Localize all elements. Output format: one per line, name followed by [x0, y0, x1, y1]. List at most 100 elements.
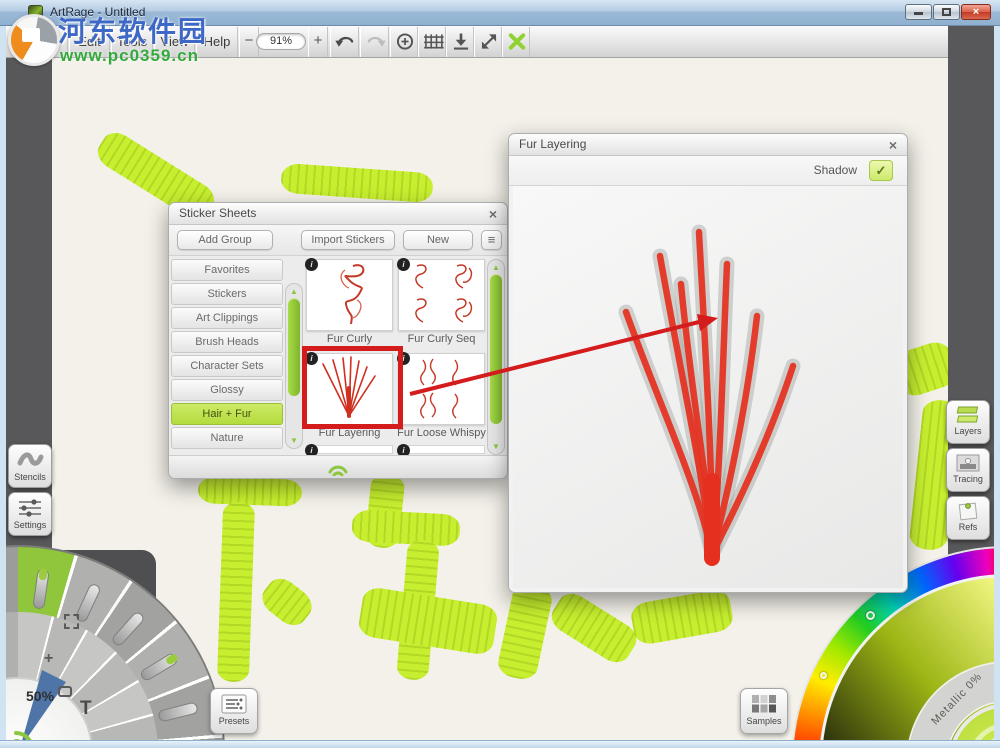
stencils-label: Stencils	[9, 472, 51, 484]
sticker-label: Fur Curly	[302, 333, 397, 345]
window-title: ArtRage - Untitled	[50, 5, 145, 19]
new-button[interactable]: New	[403, 230, 473, 250]
import-stickers-button[interactable]: Import Stickers	[301, 230, 395, 250]
menu-tools[interactable]: Tools	[111, 27, 153, 57]
sticker-thumb-partial[interactable]: i	[306, 445, 393, 454]
sticker-label: Fur Loose Whispy	[394, 427, 489, 439]
info-badge[interactable]: i	[397, 258, 410, 271]
category-glossy[interactable]: Glossy	[171, 379, 283, 401]
category-brush-heads[interactable]: Brush Heads	[171, 331, 283, 353]
layers-button[interactable]: Layers	[946, 400, 990, 444]
app-icon	[28, 5, 43, 20]
preview-content	[513, 186, 903, 588]
add-group-button[interactable]: Add Group	[177, 230, 273, 250]
sticker-panel-footer	[169, 455, 507, 478]
stencils-button[interactable]: Stencils	[8, 444, 52, 488]
layers-icon	[954, 405, 982, 425]
category-scrollbar[interactable]: ▲ ▼	[285, 283, 303, 449]
info-badge[interactable]: i	[305, 258, 318, 271]
fullscreen-button[interactable]	[474, 27, 502, 57]
menu-edit[interactable]: Edit	[69, 27, 110, 57]
presets-button[interactable]: Presets	[210, 688, 258, 734]
category-stickers[interactable]: Stickers	[171, 283, 283, 305]
presets-label: Presets	[211, 716, 257, 728]
brush-tip	[38, 568, 48, 581]
sticker-panel-close-button[interactable]: ×	[485, 205, 501, 223]
sticker-sheets-panel: Sticker Sheets × Add Group Import Sticke…	[168, 202, 508, 479]
settings-label: Settings	[9, 520, 51, 532]
undo-icon	[331, 27, 360, 53]
preview-panel-close-button[interactable]: ×	[885, 136, 901, 154]
refs-button[interactable]: Refs	[946, 496, 990, 540]
paint-stroke	[217, 501, 255, 682]
tracing-button[interactable]: Tracing	[946, 448, 990, 492]
menu-file[interactable]: File	[28, 27, 68, 57]
menu-help[interactable]: Help	[196, 27, 238, 57]
redo-button[interactable]	[360, 27, 389, 57]
green-x-icon	[503, 27, 531, 53]
tool-size-value: 50%	[26, 688, 70, 704]
refs-label: Refs	[947, 522, 989, 534]
preview-options-bar: Shadow ✓	[509, 156, 907, 186]
close-window-button[interactable]: ×	[961, 4, 991, 20]
settings-button[interactable]: Settings	[8, 492, 52, 536]
window-frame-left	[0, 26, 6, 748]
hue-marker[interactable]	[820, 672, 827, 679]
grid-icon	[419, 27, 447, 53]
paint-stroke	[351, 509, 461, 547]
transform-tool-icon[interactable]: +	[44, 650, 53, 668]
sticker-panel-title: Sticker Sheets	[169, 203, 507, 225]
zoom-in-button[interactable]: +	[308, 27, 328, 57]
category-art-clippings[interactable]: Art Clippings	[171, 307, 283, 329]
selection-tool-icon[interactable]	[64, 614, 79, 629]
resize-handle-icon[interactable]	[323, 460, 353, 476]
window-frame-right	[994, 26, 1000, 748]
sticker-thumb-fur-curly[interactable]: i	[306, 259, 393, 331]
undo-button[interactable]	[330, 27, 359, 57]
expand-icon	[475, 27, 503, 53]
sticker-scrollbar[interactable]: ▲ ▼	[487, 259, 505, 455]
fur-layering-preview-art	[513, 186, 903, 588]
scroll-down-icon[interactable]: ▼	[286, 436, 302, 445]
samples-label: Samples	[741, 716, 787, 728]
export-button[interactable]	[446, 27, 474, 57]
tracing-label: Tracing	[947, 474, 989, 486]
close-toolbar-button[interactable]	[502, 27, 530, 57]
menu-view[interactable]: View	[154, 27, 195, 57]
sticker-thumb-fur-curly-seq[interactable]: i	[398, 259, 485, 331]
window-frame-bottom	[0, 740, 1000, 748]
category-scrollbar-thumb[interactable]	[288, 298, 300, 396]
fur-loose-whispy-art	[399, 354, 484, 424]
sticker-thumb-partial[interactable]: i	[398, 445, 485, 454]
text-tool-icon[interactable]: T	[80, 698, 92, 720]
layers-label: Layers	[947, 426, 989, 438]
category-favorites[interactable]: Favorites	[171, 259, 283, 281]
tracing-icon	[955, 453, 981, 473]
redo-icon	[361, 27, 390, 53]
samples-button[interactable]: Samples	[740, 688, 788, 734]
category-hair-fur[interactable]: Hair + Fur	[171, 403, 283, 425]
category-nature[interactable]: Nature	[171, 427, 283, 449]
scroll-up-icon[interactable]: ▲	[488, 263, 504, 272]
maximize-button[interactable]	[933, 4, 960, 20]
annotation-selection-box	[302, 346, 403, 429]
panel-menu-button[interactable]: ≡	[481, 230, 502, 250]
grid-button[interactable]	[418, 27, 446, 57]
minimize-button[interactable]	[905, 4, 932, 20]
samples-icon	[750, 693, 778, 715]
sticker-scrollbar-thumb[interactable]	[490, 274, 502, 424]
shadow-checkbox[interactable]: ✓	[869, 160, 893, 181]
reset-rotation-button[interactable]	[390, 27, 418, 57]
zoom-level-field[interactable]: 91%	[256, 33, 306, 50]
category-character-sets[interactable]: Character Sets	[171, 355, 283, 377]
presets-icon	[220, 693, 248, 715]
title-bar: ArtRage - Untitled ×	[0, 0, 1000, 26]
scroll-up-icon[interactable]: ▲	[286, 287, 302, 296]
scroll-down-icon[interactable]: ▼	[488, 442, 504, 451]
sticker-thumb-fur-loose-whispy[interactable]: i	[398, 353, 485, 425]
fur-curly-art	[307, 260, 392, 330]
refs-icon	[955, 501, 981, 521]
hue-marker[interactable]	[866, 611, 875, 620]
minimize-icon	[914, 12, 923, 15]
stencils-icon	[15, 449, 45, 471]
